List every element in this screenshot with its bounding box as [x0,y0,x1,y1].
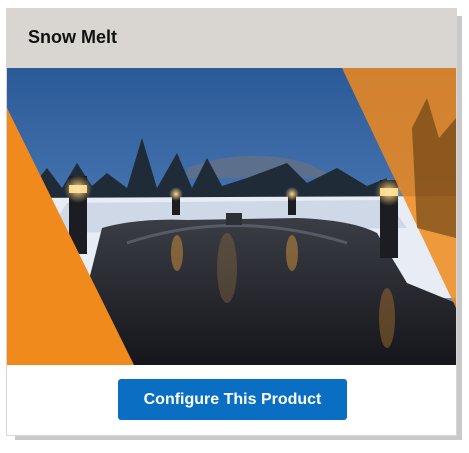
card-header: Snow Melt [7,9,456,68]
product-title: Snow Melt [28,27,117,47]
product-card: Snow Melt Configure This Product [6,8,457,436]
configure-product-button[interactable]: Configure This Product [118,379,347,420]
product-image [7,68,456,365]
